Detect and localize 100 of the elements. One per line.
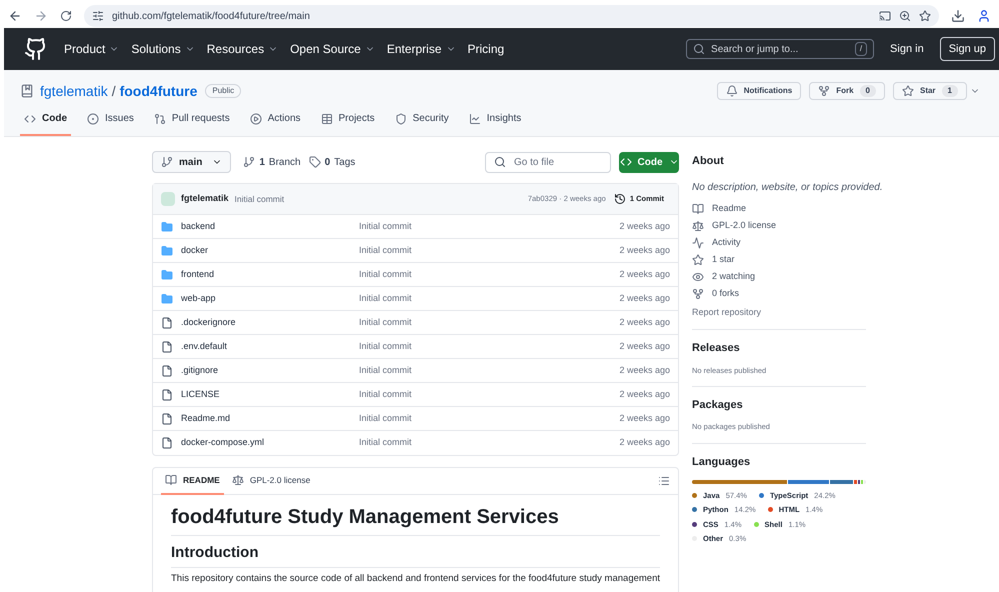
scale-icon <box>692 220 704 232</box>
commit-author[interactable]: fgtelematik <box>181 192 229 206</box>
repo-icon <box>20 84 34 98</box>
search-icon <box>494 156 506 168</box>
commit-message[interactable]: Initial commit <box>359 436 412 450</box>
commit-message[interactable]: Initial commit <box>359 412 412 426</box>
tag-icon <box>308 156 321 168</box>
about-link[interactable]: 1 star <box>692 254 866 266</box>
fork-button[interactable]: Fork 0 <box>809 82 885 100</box>
cast-icon[interactable] <box>879 10 891 22</box>
folder-icon <box>161 292 173 304</box>
file-link[interactable]: LICENSE <box>181 388 359 402</box>
nav-menu[interactable]: Enterprise <box>386 40 456 58</box>
nav-menu[interactable]: Product <box>64 40 120 58</box>
path-separator: / <box>112 82 116 100</box>
download-icon[interactable] <box>951 9 965 23</box>
commit-time: 2 weeks ago <box>619 340 670 353</box>
commit-message[interactable]: Initial commit <box>359 316 412 330</box>
file-link[interactable]: docker <box>181 244 359 258</box>
search-icon <box>693 43 706 55</box>
commit-message[interactable]: Initial commit <box>359 292 412 306</box>
nav-menu[interactable]: Open Source <box>290 40 375 58</box>
file-link[interactable]: .gitignore <box>181 364 359 378</box>
repo-tab[interactable]: Security <box>390 111 453 136</box>
code-button[interactable]: Code <box>619 152 679 172</box>
issue-icon <box>87 112 99 124</box>
book-icon <box>692 202 704 214</box>
site-settings-icon[interactable] <box>92 10 104 22</box>
branch-selector[interactable]: main <box>152 151 232 173</box>
file-link[interactable]: backend <box>181 220 359 234</box>
file-link[interactable]: docker-compose.yml <box>181 436 359 450</box>
profile-icon[interactable] <box>977 9 991 23</box>
owner-link[interactable]: fgtelematik <box>40 80 108 102</box>
file-link[interactable]: .env.default <box>181 340 359 354</box>
readme-heading: Introduction <box>171 542 660 568</box>
about-link[interactable]: Activity <box>692 236 866 248</box>
file-icon <box>161 437 173 449</box>
commit-message[interactable]: Initial commit <box>359 220 412 234</box>
zoom-icon[interactable] <box>899 10 911 22</box>
scale-icon <box>232 474 244 486</box>
repo-tab[interactable]: Actions <box>246 111 305 136</box>
commit-message[interactable]: Initial commit <box>359 340 412 354</box>
about-title: About <box>692 154 725 169</box>
back-icon[interactable] <box>8 9 22 23</box>
fork-icon <box>818 85 830 97</box>
branch-icon <box>161 156 173 168</box>
table-icon <box>320 112 333 124</box>
folder-icon <box>161 220 173 232</box>
readme-tab[interactable]: GPL-2.0 license <box>228 468 314 494</box>
repo-tab[interactable]: Pull requests <box>150 111 234 136</box>
commit-message[interactable]: Initial commit <box>359 364 412 378</box>
file-link[interactable]: .dockerignore <box>181 316 359 330</box>
repo-tab[interactable]: Code <box>20 111 71 136</box>
sign-up-button[interactable]: Sign up <box>940 36 995 62</box>
readme-paragraph: This repository contains the source code of all backend and frontend services for the food4future study management <box>171 572 660 586</box>
about-link[interactable]: GPL-2.0 license <box>692 220 866 232</box>
readme-tab[interactable]: README <box>161 468 224 494</box>
about-description: No description, website, or topics provided. <box>692 180 883 194</box>
nav-menu[interactable]: Solutions <box>131 40 195 58</box>
repo-tab[interactable]: Issues <box>83 111 138 136</box>
repo-link[interactable]: food4future <box>120 80 198 102</box>
repo-tab[interactable]: Projects <box>316 111 379 136</box>
commit-message[interactable]: Initial commit <box>234 192 284 206</box>
tags-link[interactable]: 0 Tags <box>308 154 356 170</box>
commit-message[interactable]: Initial commit <box>359 388 412 402</box>
sign-in-link[interactable]: Sign in <box>890 40 924 58</box>
commit-message[interactable]: Initial commit <box>359 244 412 258</box>
avatar-icon <box>161 192 175 206</box>
file-link[interactable]: Readme.md <box>181 412 359 426</box>
section-title: Releases <box>692 341 741 356</box>
file-link[interactable]: web-app <box>181 292 359 306</box>
forward-icon[interactable] <box>34 9 48 23</box>
graph-icon <box>468 112 481 124</box>
search-field[interactable]: Search or jump to... / <box>686 39 874 59</box>
repo-tab[interactable]: Insights <box>464 111 526 136</box>
history-icon <box>614 193 626 205</box>
star-button[interactable]: Star 1 <box>892 82 967 100</box>
branches-link[interactable]: 1 Branch <box>243 154 301 170</box>
bookmark-star-icon[interactable] <box>919 10 931 22</box>
shield-icon <box>394 112 407 124</box>
counter: 1 <box>942 85 958 97</box>
nav-menu[interactable]: Resources <box>206 40 278 58</box>
report-link[interactable]: Report repository <box>692 306 866 319</box>
go-to-file-field[interactable]: Go to file <box>485 152 611 172</box>
nav-link[interactable]: Pricing <box>468 40 504 58</box>
folder-icon <box>161 244 173 256</box>
readme-title: food4future Study Management Services <box>171 502 660 536</box>
bell-button[interactable]: Notifications <box>716 82 802 100</box>
pulse-icon <box>692 236 704 248</box>
book-icon <box>165 474 177 486</box>
about-link[interactable]: 2 watching <box>692 270 866 282</box>
logo-icon[interactable] <box>24 37 48 61</box>
file-link[interactable]: frontend <box>181 268 359 282</box>
commit-time: 2 weeks ago <box>619 220 670 233</box>
about-link[interactable]: Readme <box>692 202 866 214</box>
reload-icon[interactable] <box>60 10 72 22</box>
address-bar[interactable]: github.com/fgtelematik/food4future/tree/main <box>84 5 939 27</box>
commit-message[interactable]: Initial commit <box>359 268 412 282</box>
file-icon <box>161 340 173 352</box>
about-link[interactable]: 0 forks <box>692 288 866 300</box>
